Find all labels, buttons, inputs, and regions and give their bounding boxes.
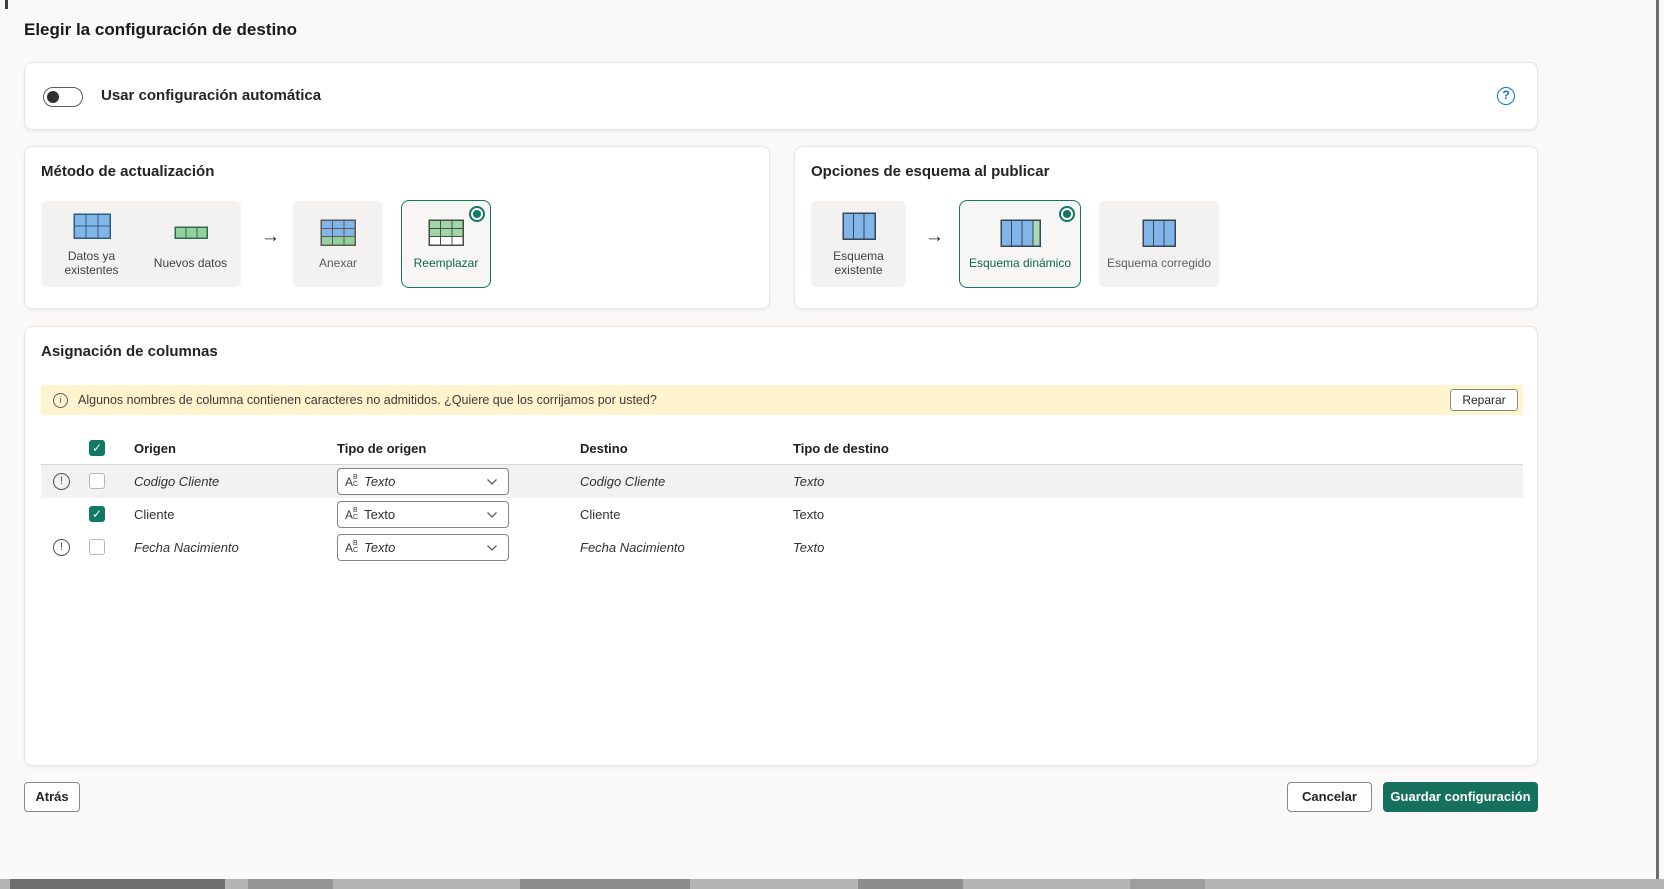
toggle-knob-icon [47,91,59,103]
cell-origin: Cliente [134,507,175,522]
table-header-row: Origen Tipo de origen Destino Tipo de de… [41,435,1523,465]
arrow-right-icon: → [261,226,280,247]
column-mapping-card: Asignación de columnas i Algunos nombres… [24,326,1538,766]
cell-destination-type: Texto [793,507,825,522]
fixed-schema-option-card[interactable]: Esquema corregido [1099,201,1219,287]
replace-option-label: Reemplazar [413,255,479,270]
abc-text-type-icon: ABC [345,474,359,489]
chevron-down-icon [486,478,498,486]
warning-text: Algunos nombres de columna contienen car… [78,393,657,407]
row-checkbox[interactable] [89,506,105,522]
dynamic-schema-option-card[interactable]: Esquema dinámico [959,200,1081,288]
table-row[interactable]: ! Fecha Nacimiento ABC Texto Fecha Nacim… [41,531,1523,564]
new-data-label: Nuevos datos [153,255,228,270]
cell-destination-type: Texto [793,474,825,489]
new-data-item: Nuevos datos [141,202,240,286]
cell-destination: Codigo Cliente [580,474,666,489]
existing-data-label: Datos ya existentes [64,248,119,277]
header-destination: Destino [580,441,628,456]
row-warning-icon: ! [53,539,70,556]
append-option-label: Anexar [318,255,358,270]
cell-origin: Codigo Cliente [134,474,220,489]
row-checkbox[interactable] [89,539,105,555]
cancel-button[interactable]: Cancelar [1287,782,1372,812]
chevron-down-icon [486,511,498,519]
cell-destination: Fecha Nacimiento [580,540,685,555]
replace-option-card[interactable]: Reemplazar [401,200,491,288]
origin-type-value: Texto [364,540,396,555]
origin-type-dropdown[interactable]: ABC Texto [337,534,509,561]
table-row[interactable]: ! Codigo Cliente ABC Texto Codigo Client… [41,465,1523,498]
cell-destination-type: Texto [793,540,825,555]
cell-destination: Cliente [580,507,621,522]
save-configuration-button[interactable]: Guardar configuración [1383,782,1538,812]
replace-table-icon [428,219,464,247]
header-origin: Origen [134,441,176,456]
background-content-strip [0,879,1664,889]
info-circle-icon: i [53,392,68,408]
schema-columns-icon [1142,218,1176,247]
existing-data-table-icon [72,212,111,240]
origin-type-value: Texto [364,474,396,489]
existing-schema-item: Esquema existente [811,201,906,287]
auto-config-label: Usar configuración automática [101,87,322,104]
back-button[interactable]: Atrás [24,782,80,812]
existing-data-item: Datos ya existentes [42,202,141,286]
fixed-schema-label: Esquema corregido [1106,255,1212,270]
schema-options-title: Opciones de esquema al publicar [811,163,1050,180]
row-checkbox[interactable] [89,473,105,489]
existing-schema-label: Esquema existente [833,248,884,277]
header-destination-type: Tipo de destino [793,441,889,456]
chevron-down-icon [486,544,498,552]
origin-type-value: Texto [364,507,396,522]
header-origin-type: Tipo de origen [337,441,427,456]
schema-options-card: Opciones de esquema al publicar Esquema … [794,146,1538,309]
dynamic-schema-label: Esquema dinámico [968,255,1072,270]
cell-origin: Fecha Nacimiento [134,540,239,555]
auto-config-toggle[interactable] [43,87,83,107]
column-mapping-title: Asignación de columnas [41,343,218,360]
table-row[interactable]: ! Cliente ABC Texto Cliente Texto [41,498,1523,531]
abc-text-type-icon: ABC [345,540,359,555]
select-all-checkbox[interactable] [89,440,105,456]
page-title: Elegir la configuración de destino [24,20,297,39]
help-icon[interactable]: ? [1497,87,1515,105]
radio-selected-icon [1059,206,1075,222]
repair-button[interactable]: Reparar [1450,389,1518,411]
screen-edge-artifact [5,0,8,9]
update-source-group: Datos ya existentes Nuevos datos [41,201,241,287]
append-option-card[interactable]: Anexar [293,201,383,287]
schema-columns-dynamic-icon [999,218,1041,247]
row-warning-icon: ! [53,473,70,490]
schema-columns-icon [841,211,876,240]
origin-type-dropdown[interactable]: ABC Texto [337,468,509,495]
arrow-right-icon: → [925,226,944,247]
radio-selected-icon [469,206,485,222]
new-data-row-icon [173,219,208,247]
abc-text-type-icon: ABC [345,507,359,522]
vertical-scrollbar[interactable] [1656,0,1659,889]
update-method-card: Método de actualización Datos ya existen… [24,146,770,309]
warning-banner: i Algunos nombres de columna contienen c… [41,385,1523,415]
origin-type-dropdown[interactable]: ABC Texto [337,501,509,528]
append-table-icon [320,219,356,247]
update-method-title: Método de actualización [41,163,215,180]
auto-config-card: Usar configuración automática ? [24,62,1538,130]
